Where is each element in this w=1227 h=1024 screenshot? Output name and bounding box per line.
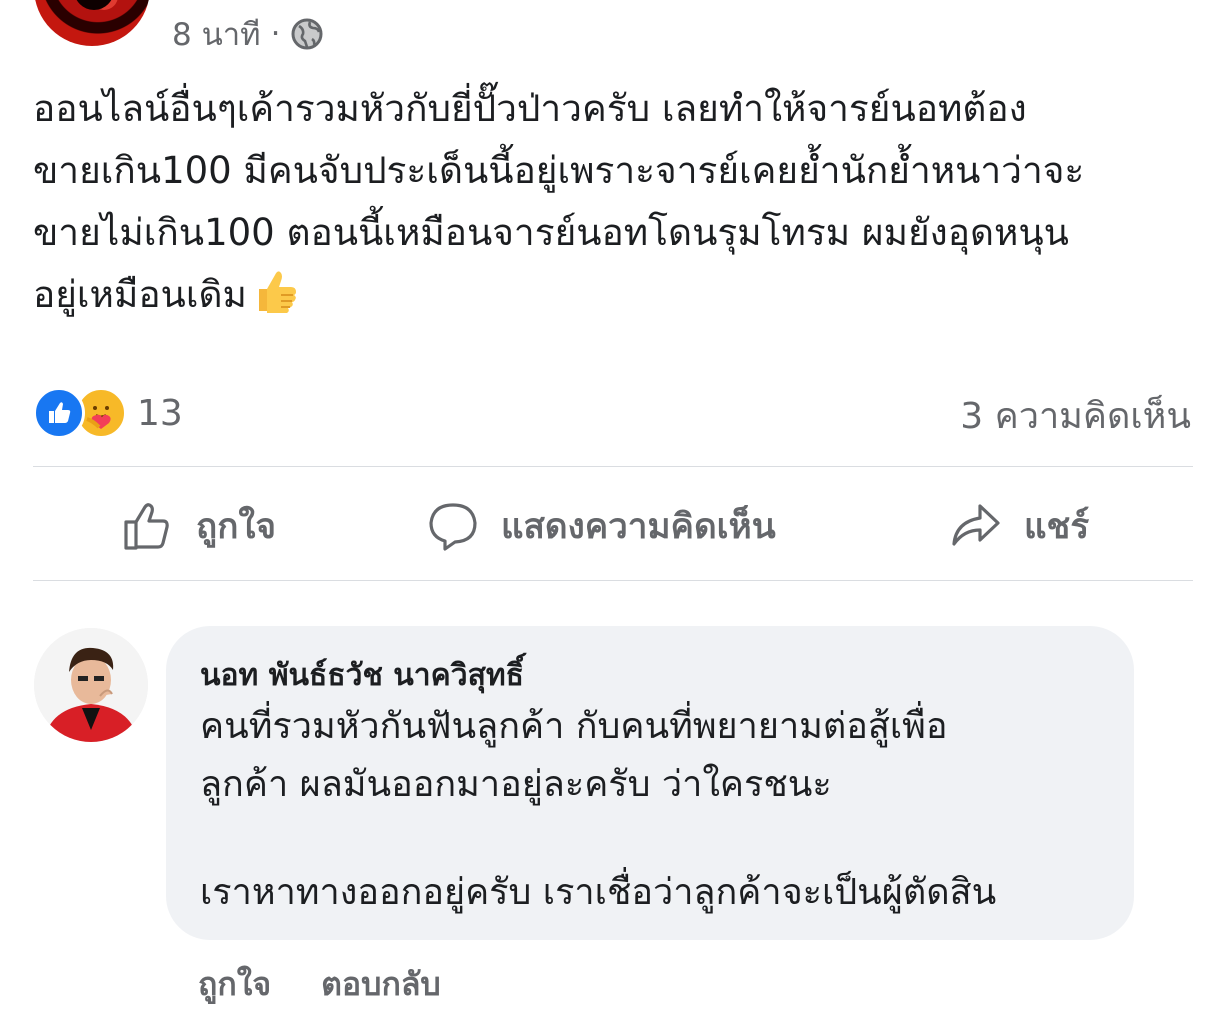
divider <box>33 580 1193 581</box>
commenter-avatar[interactable] <box>34 628 148 742</box>
post-meta: 8 นาที · <box>172 12 324 56</box>
reaction-count: 13 <box>137 392 183 434</box>
post-text-line: ขายเกิน100 มีคนจับประเด็นนี้อยู่เพราะจาร… <box>33 149 1085 192</box>
divider <box>33 466 1193 467</box>
share-arrow-icon <box>952 504 1000 546</box>
avatar-graphic <box>74 0 114 10</box>
like-reaction-icon <box>33 387 85 439</box>
comment-actions: ถูกใจ ตอบกลับ <box>198 960 441 1008</box>
comment-reply-link[interactable]: ตอบกลับ <box>321 959 441 1010</box>
thumbs-up-icon <box>124 503 169 550</box>
avatar-image <box>34 628 148 742</box>
comment-bubble: นอท พันธ์ธวัช นาควิสุทธิ์ คนที่รวมหัวกัน… <box>166 626 1134 940</box>
post-time[interactable]: 8 นาที <box>172 9 261 59</box>
comment-button[interactable]: แสดงความคิดเห็น <box>427 494 776 558</box>
comment-paragraph-gap <box>200 814 1104 864</box>
share-button-label: แชร์ <box>1024 506 1090 547</box>
like-button-label: ถูกใจ <box>196 506 276 547</box>
globe-icon <box>291 18 323 50</box>
comment-text-line: เราหาทางออกอยู่ครับ เราเชื่อว่าลูกค้าจะเ… <box>200 872 997 913</box>
thumbs-up-emoji <box>258 271 296 313</box>
speech-bubble-icon <box>429 503 477 551</box>
comment-text-line: คนที่รวมหัวกันฟันลูกค้า กับคนที่พยายามต่… <box>200 706 948 747</box>
meta-separator: · <box>270 16 281 52</box>
comment-button-label: แสดงความคิดเห็น <box>501 506 776 547</box>
comment-like-link[interactable]: ถูกใจ <box>198 959 271 1010</box>
like-button[interactable]: ถูกใจ <box>122 494 276 558</box>
comment-text-line: ลูกค้า ผลมันออกมาอยู่ละครับ ว่าใครชนะ <box>200 764 832 805</box>
reactions-summary[interactable]: 13 <box>33 386 183 440</box>
share-button[interactable]: แชร์ <box>950 494 1089 558</box>
comment-text: คนที่รวมหัวกันฟันลูกค้า กับคนที่พยายามต่… <box>200 698 1104 922</box>
post-text-line: ขายไม่เกิน100 ตอนนี้เหมือนจารย์นอทโดนรุม… <box>33 211 1069 254</box>
post-text-line-last: อยู่เหมือนเดิม <box>33 264 1203 326</box>
comment-author-name[interactable]: นอท พันธ์ธวัช นาควิสุทธิ์ <box>200 656 1104 696</box>
comment-count[interactable]: 3 ความคิดเห็น <box>960 388 1191 442</box>
post-text: ออนไลน์อื่นๆเค้ารวมหัวกับยี่ปั๊วป่าวครับ… <box>33 78 1203 326</box>
post-text-line: ออนไลน์อื่นๆเค้ารวมหัวกับยี่ปั๊วป่าวครับ… <box>33 87 1027 130</box>
post-text-line: อยู่เหมือนเดิม <box>33 273 247 316</box>
post-author-avatar[interactable] <box>34 0 150 46</box>
